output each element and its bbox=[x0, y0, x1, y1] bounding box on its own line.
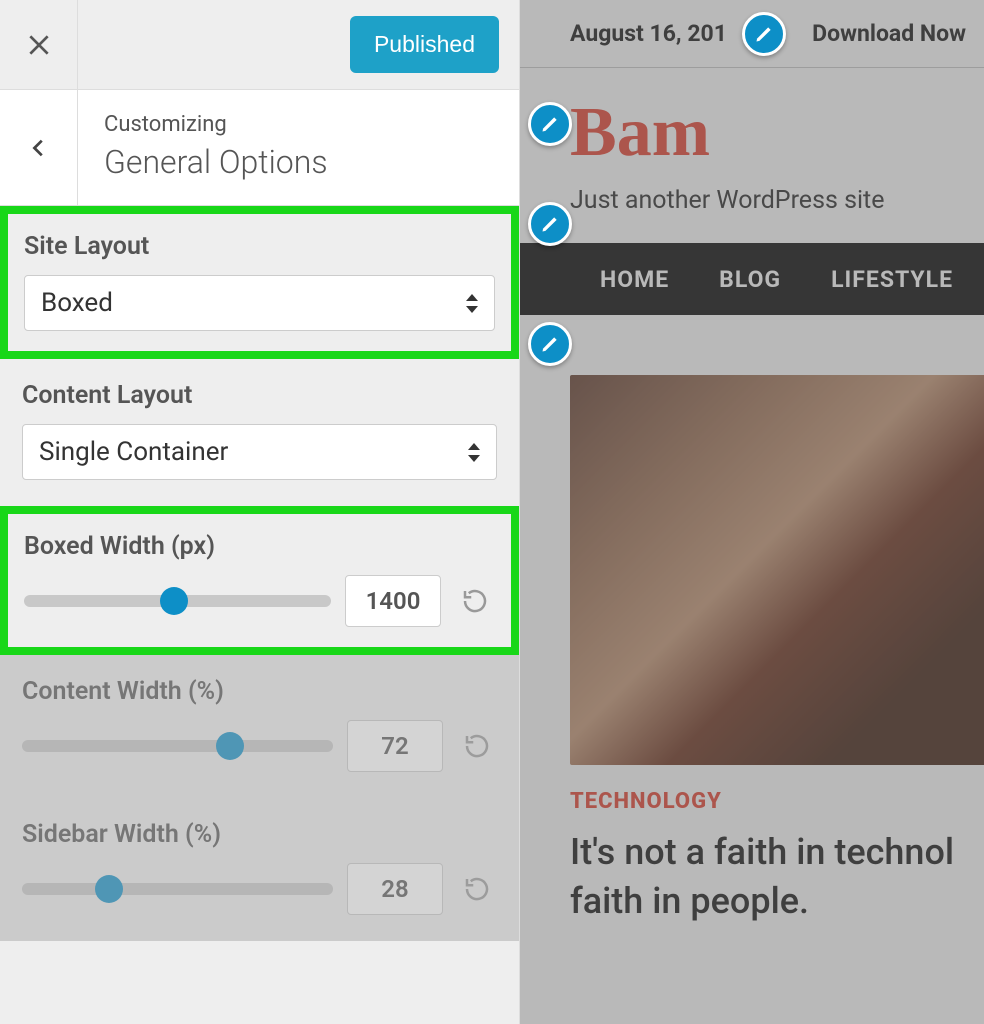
reset-icon[interactable] bbox=[455, 586, 495, 616]
article-thumbnail[interactable] bbox=[570, 375, 984, 765]
customizer-sidebar: Published Customizing General Options Si… bbox=[0, 0, 520, 1024]
boxed-width-slider[interactable] bbox=[24, 595, 331, 607]
back-button[interactable] bbox=[0, 90, 78, 205]
preview-pane: August 16, 201 Download Now Bam Just ano… bbox=[520, 0, 984, 1024]
content-width-value[interactable]: 72 bbox=[347, 720, 443, 772]
preview-header: Bam Just another WordPress site bbox=[520, 68, 984, 243]
nav-lifestyle[interactable]: LIFESTYLE bbox=[831, 266, 953, 293]
pencil-icon[interactable] bbox=[528, 202, 572, 246]
boxed-width-value[interactable]: 1400 bbox=[345, 575, 441, 627]
section-title: General Options bbox=[104, 143, 328, 181]
date-text: August 16, 201 bbox=[570, 20, 727, 47]
content-layout-select[interactable]: Single Container bbox=[22, 424, 497, 480]
article-title[interactable]: It's not a faith in technol faith in peo… bbox=[570, 828, 984, 925]
sidebar-width-control: Sidebar Width (%) 28 bbox=[0, 798, 519, 941]
slider-thumb[interactable] bbox=[160, 587, 188, 615]
customizer-heading: Customizing General Options bbox=[0, 90, 519, 206]
breadcrumb: Customizing bbox=[104, 112, 328, 137]
site-layout-select[interactable]: Boxed bbox=[24, 275, 495, 331]
category-link[interactable]: TECHNOLOGY bbox=[570, 765, 984, 828]
pencil-icon[interactable] bbox=[528, 322, 572, 366]
reset-icon[interactable] bbox=[457, 731, 497, 761]
close-button[interactable] bbox=[0, 0, 78, 90]
reset-icon[interactable] bbox=[457, 874, 497, 904]
content-width-label: Content Width (%) bbox=[22, 677, 497, 706]
site-title[interactable]: Bam bbox=[570, 98, 934, 168]
nav-blog[interactable]: BLOG bbox=[719, 266, 781, 293]
slider-thumb[interactable] bbox=[216, 732, 244, 760]
pencil-icon[interactable] bbox=[528, 102, 572, 146]
boxed-width-control: Boxed Width (px) 1400 bbox=[0, 506, 519, 655]
nav-home[interactable]: HOME bbox=[600, 266, 669, 293]
sidebar-width-value[interactable]: 28 bbox=[347, 863, 443, 915]
pencil-icon[interactable] bbox=[742, 12, 786, 56]
article: TECHNOLOGY It's not a faith in technol f… bbox=[520, 315, 984, 925]
content-layout-control: Content Layout Single Container bbox=[0, 359, 519, 506]
tagline: Just another WordPress site bbox=[570, 168, 934, 215]
slider-thumb[interactable] bbox=[95, 875, 123, 903]
site-layout-control: Site Layout Boxed bbox=[0, 206, 519, 359]
dimmed-controls: Content Width (%) 72 Sidebar Width (%) bbox=[0, 655, 519, 941]
sidebar-width-label: Sidebar Width (%) bbox=[22, 820, 497, 849]
preview-nav: HOME BLOG LIFESTYLE bbox=[520, 243, 984, 315]
download-link[interactable]: Download Now bbox=[812, 20, 966, 47]
content-layout-label: Content Layout bbox=[22, 381, 497, 410]
content-width-slider[interactable] bbox=[22, 740, 333, 752]
content-width-control: Content Width (%) 72 bbox=[0, 655, 519, 798]
sidebar-width-slider[interactable] bbox=[22, 883, 333, 895]
published-button[interactable]: Published bbox=[350, 16, 499, 73]
boxed-width-label: Boxed Width (px) bbox=[24, 532, 495, 561]
site-layout-label: Site Layout bbox=[24, 232, 495, 261]
customizer-topbar: Published bbox=[0, 0, 519, 90]
